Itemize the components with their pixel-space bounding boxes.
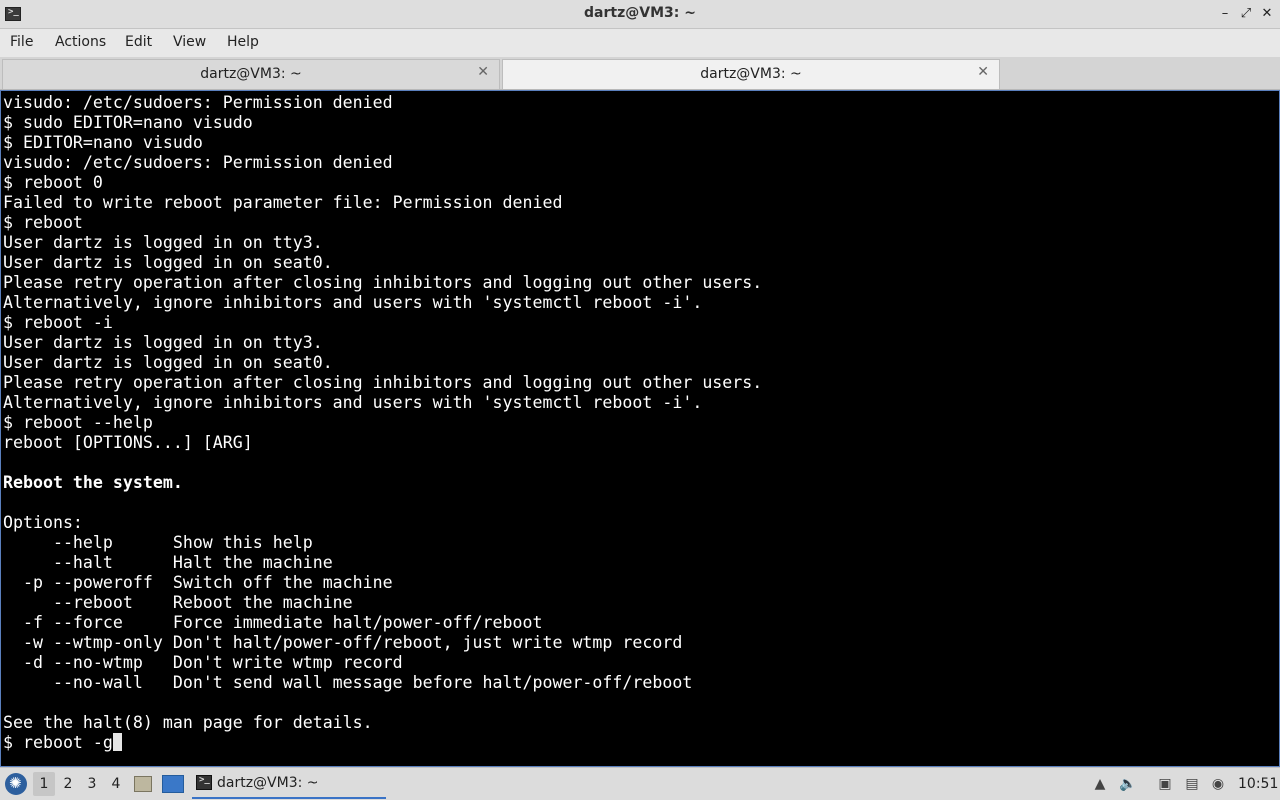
show-desktop-icon[interactable] [162, 775, 184, 793]
workspace-2[interactable]: 2 [57, 772, 79, 796]
tab-label: dartz@VM3: ~ [200, 66, 302, 82]
terminal-line: Options: [3, 513, 83, 532]
terminal-line: User dartz is logged in on tty3. [3, 233, 323, 252]
start-menu-icon[interactable]: ✺ [5, 773, 27, 795]
terminal-line: Reboot the system. [3, 473, 183, 492]
terminal-output: visudo: /etc/sudoers: Permission denied $… [3, 93, 762, 753]
terminal-line: -d --no-wtmp Don't write wtmp record [3, 653, 403, 672]
taskbar: ✺ 1 2 3 4 >_ dartz@VM3: ~ ▲ 🔈 ▣ ▤ ◉ 10:5… [0, 767, 1280, 800]
text-cursor [112, 733, 122, 751]
terminal-line: Alternatively, ignore inhibitors and use… [3, 393, 703, 412]
terminal-line: Please retry operation after closing inh… [3, 373, 763, 392]
terminal-line: $ sudo EDITOR=nano visudo [3, 113, 253, 132]
workspace-1[interactable]: 1 [33, 772, 55, 796]
title-bar: >_ dartz@VM3: ~ – ⤢ ✕ [0, 0, 1280, 29]
menu-actions[interactable]: Actions [55, 34, 106, 50]
window-title: dartz@VM3: ~ [584, 5, 696, 21]
terminal-line: --no-wall Don't send wall message before… [3, 673, 693, 692]
tab-terminal-1[interactable]: dartz@VM3: ~ ✕ [2, 59, 500, 89]
menu-edit[interactable]: Edit [125, 34, 152, 50]
minimize-button[interactable]: – [1216, 4, 1234, 24]
menu-help[interactable]: Help [227, 34, 259, 50]
terminal-line: -w --wtmp-only Don't halt/power-off/rebo… [3, 633, 683, 652]
maximize-button[interactable]: ⤢ [1237, 4, 1255, 24]
terminal-line: visudo: /etc/sudoers: Permission denied [3, 93, 393, 112]
taskbar-terminal-button[interactable]: >_ dartz@VM3: ~ [192, 771, 386, 799]
menu-view[interactable]: View [173, 34, 206, 50]
prompt-text: $ reboot -g [3, 733, 113, 752]
terminal-line: User dartz is logged in on seat0. [3, 253, 333, 272]
workspace-3[interactable]: 3 [81, 772, 103, 796]
task-label: dartz@VM3: ~ [217, 775, 319, 791]
terminal-line: $ reboot -i [3, 313, 113, 332]
network-icon[interactable]: ▣ [1155, 774, 1175, 794]
terminal-area[interactable]: visudo: /etc/sudoers: Permission denied $… [0, 90, 1280, 767]
close-button[interactable]: ✕ [1258, 4, 1276, 24]
terminal-line: -f --force Force immediate halt/power-of… [3, 613, 543, 632]
upload-icon[interactable]: ▲ [1090, 774, 1110, 794]
close-tab-icon[interactable]: ✕ [977, 64, 989, 80]
folder-icon[interactable] [134, 776, 152, 792]
terminal-line: $ EDITOR=nano visudo [3, 133, 203, 152]
terminal-line: visudo: /etc/sudoers: Permission denied [3, 153, 393, 172]
terminal-icon: >_ [196, 775, 212, 790]
terminal-line: Failed to write reboot parameter file: P… [3, 193, 563, 212]
terminal-line: $ reboot [3, 213, 83, 232]
workspace-4[interactable]: 4 [105, 772, 127, 796]
update-icon[interactable]: ◉ [1208, 774, 1228, 794]
terminal-line: --halt Halt the machine [3, 553, 333, 572]
terminal-line: User dartz is logged in on tty3. [3, 333, 323, 352]
volume-icon[interactable]: 🔈 [1118, 774, 1138, 794]
terminal-line: $ reboot 0 [3, 173, 103, 192]
tab-terminal-2[interactable]: dartz@VM3: ~ ✕ [502, 59, 1000, 89]
tab-label: dartz@VM3: ~ [700, 66, 802, 82]
clock: 10:51 [1238, 776, 1279, 792]
menu-file[interactable]: File [10, 34, 33, 50]
terminal-line: reboot [OPTIONS...] [ARG] [3, 433, 253, 452]
terminal-line: Alternatively, ignore inhibitors and use… [3, 293, 703, 312]
clipboard-icon[interactable]: ▤ [1182, 774, 1202, 794]
terminal-line: -p --poweroff Switch off the machine [3, 573, 393, 592]
close-tab-icon[interactable]: ✕ [477, 64, 489, 80]
terminal-line: --reboot Reboot the machine [3, 593, 353, 612]
terminal-line: User dartz is logged in on seat0. [3, 353, 333, 372]
menu-bar: File Actions Edit View Help [0, 29, 1280, 57]
terminal-line: See the halt(8) man page for details. [3, 713, 373, 732]
terminal-line: --help Show this help [3, 533, 313, 552]
terminal-line: $ reboot --help [3, 413, 153, 432]
prompt-line: $ reboot -g [3, 733, 762, 753]
tab-bar: dartz@VM3: ~ ✕ dartz@VM3: ~ ✕ [0, 57, 1280, 90]
terminal-line: Please retry operation after closing inh… [3, 273, 763, 292]
